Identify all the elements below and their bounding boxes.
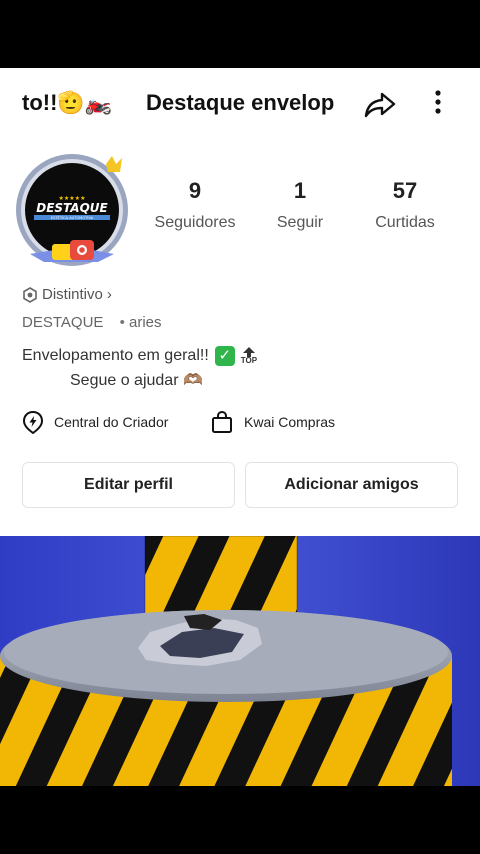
- likes-count: 57: [392, 178, 418, 203]
- share-icon: [364, 92, 396, 118]
- bio-text-1: Envelopamento em geral!!: [22, 347, 209, 364]
- bottom-black-area: [0, 786, 480, 854]
- separator-dot: •: [119, 314, 125, 331]
- edit-profile-button[interactable]: Editar perfil: [22, 462, 235, 508]
- profile-stats: 9 Seguidores 1 Seguir 57 Curtidas: [140, 178, 480, 242]
- page-title: Destaque envelop: [146, 90, 335, 115]
- add-friends-button[interactable]: Adicionar amigos: [245, 462, 458, 508]
- following-count: 1: [293, 178, 307, 203]
- lightning-pin-icon: [22, 410, 44, 434]
- creator-center-link[interactable]: Central do Criador: [22, 410, 168, 434]
- user-info: DESTAQUE • aries: [22, 314, 162, 331]
- avatar[interactable]: ★★★★★ DESTAQUE ESTÉTICA AUTOMOTIVA: [14, 150, 134, 270]
- stat-likes[interactable]: 57 Curtidas: [350, 178, 460, 232]
- more-vertical-icon: [435, 90, 441, 114]
- profile-page: to!!🫡🏍️ Destaque envelop ★★★★★ DESTAQUE …: [0, 68, 480, 536]
- crown-icon: [106, 156, 122, 172]
- avatar-brand: DESTAQUE: [36, 201, 108, 215]
- previous-title: to!!🫡🏍️: [22, 90, 113, 115]
- shopping-bag-icon: [212, 410, 232, 433]
- username: DESTAQUE: [22, 314, 104, 331]
- badge-link[interactable]: Distintivo ›: [22, 286, 112, 303]
- top-arrow-icon: TOP: [241, 347, 257, 365]
- more-options-button[interactable]: [426, 86, 450, 122]
- stat-followers[interactable]: 9 Seguidores: [140, 178, 250, 232]
- zodiac-sign: aries: [129, 314, 162, 331]
- top-label: TOP: [240, 356, 258, 365]
- stat-following[interactable]: 1 Seguir: [245, 178, 355, 232]
- hydraulic-press-image: [0, 536, 480, 786]
- followers-count: 9: [188, 178, 202, 203]
- chevron-right-icon: ›: [106, 286, 112, 303]
- avatar-tagline: ESTÉTICA AUTOMOTIVA: [51, 215, 94, 220]
- profile-links: Central do Criador Kwai Compras: [22, 410, 462, 440]
- check-mark-icon: ✓: [214, 346, 235, 366]
- kwai-shopping-label: Kwai Compras: [244, 414, 336, 430]
- bio-line-2: Segue o ajudar 🫶🏽: [70, 372, 203, 389]
- status-bar-area: [0, 0, 480, 68]
- hexagon-badge-icon: [23, 286, 37, 303]
- creator-center-label: Central do Criador: [54, 414, 169, 430]
- profile-header: to!!🫡🏍️ Destaque envelop: [0, 68, 480, 138]
- share-button[interactable]: [362, 86, 398, 122]
- avatar-image: ★★★★★ DESTAQUE ESTÉTICA AUTOMOTIVA: [16, 154, 128, 266]
- following-label: Seguir: [276, 214, 324, 231]
- likes-label: Curtidas: [375, 214, 435, 231]
- kwai-shopping-link[interactable]: Kwai Compras: [210, 410, 335, 434]
- video-thumbnail[interactable]: [0, 536, 480, 786]
- badge-label: Distintivo: [42, 286, 103, 303]
- followers-label: Seguidores: [154, 214, 236, 231]
- bio-line-1: Envelopamento em geral!! ✓ TOP: [22, 346, 257, 366]
